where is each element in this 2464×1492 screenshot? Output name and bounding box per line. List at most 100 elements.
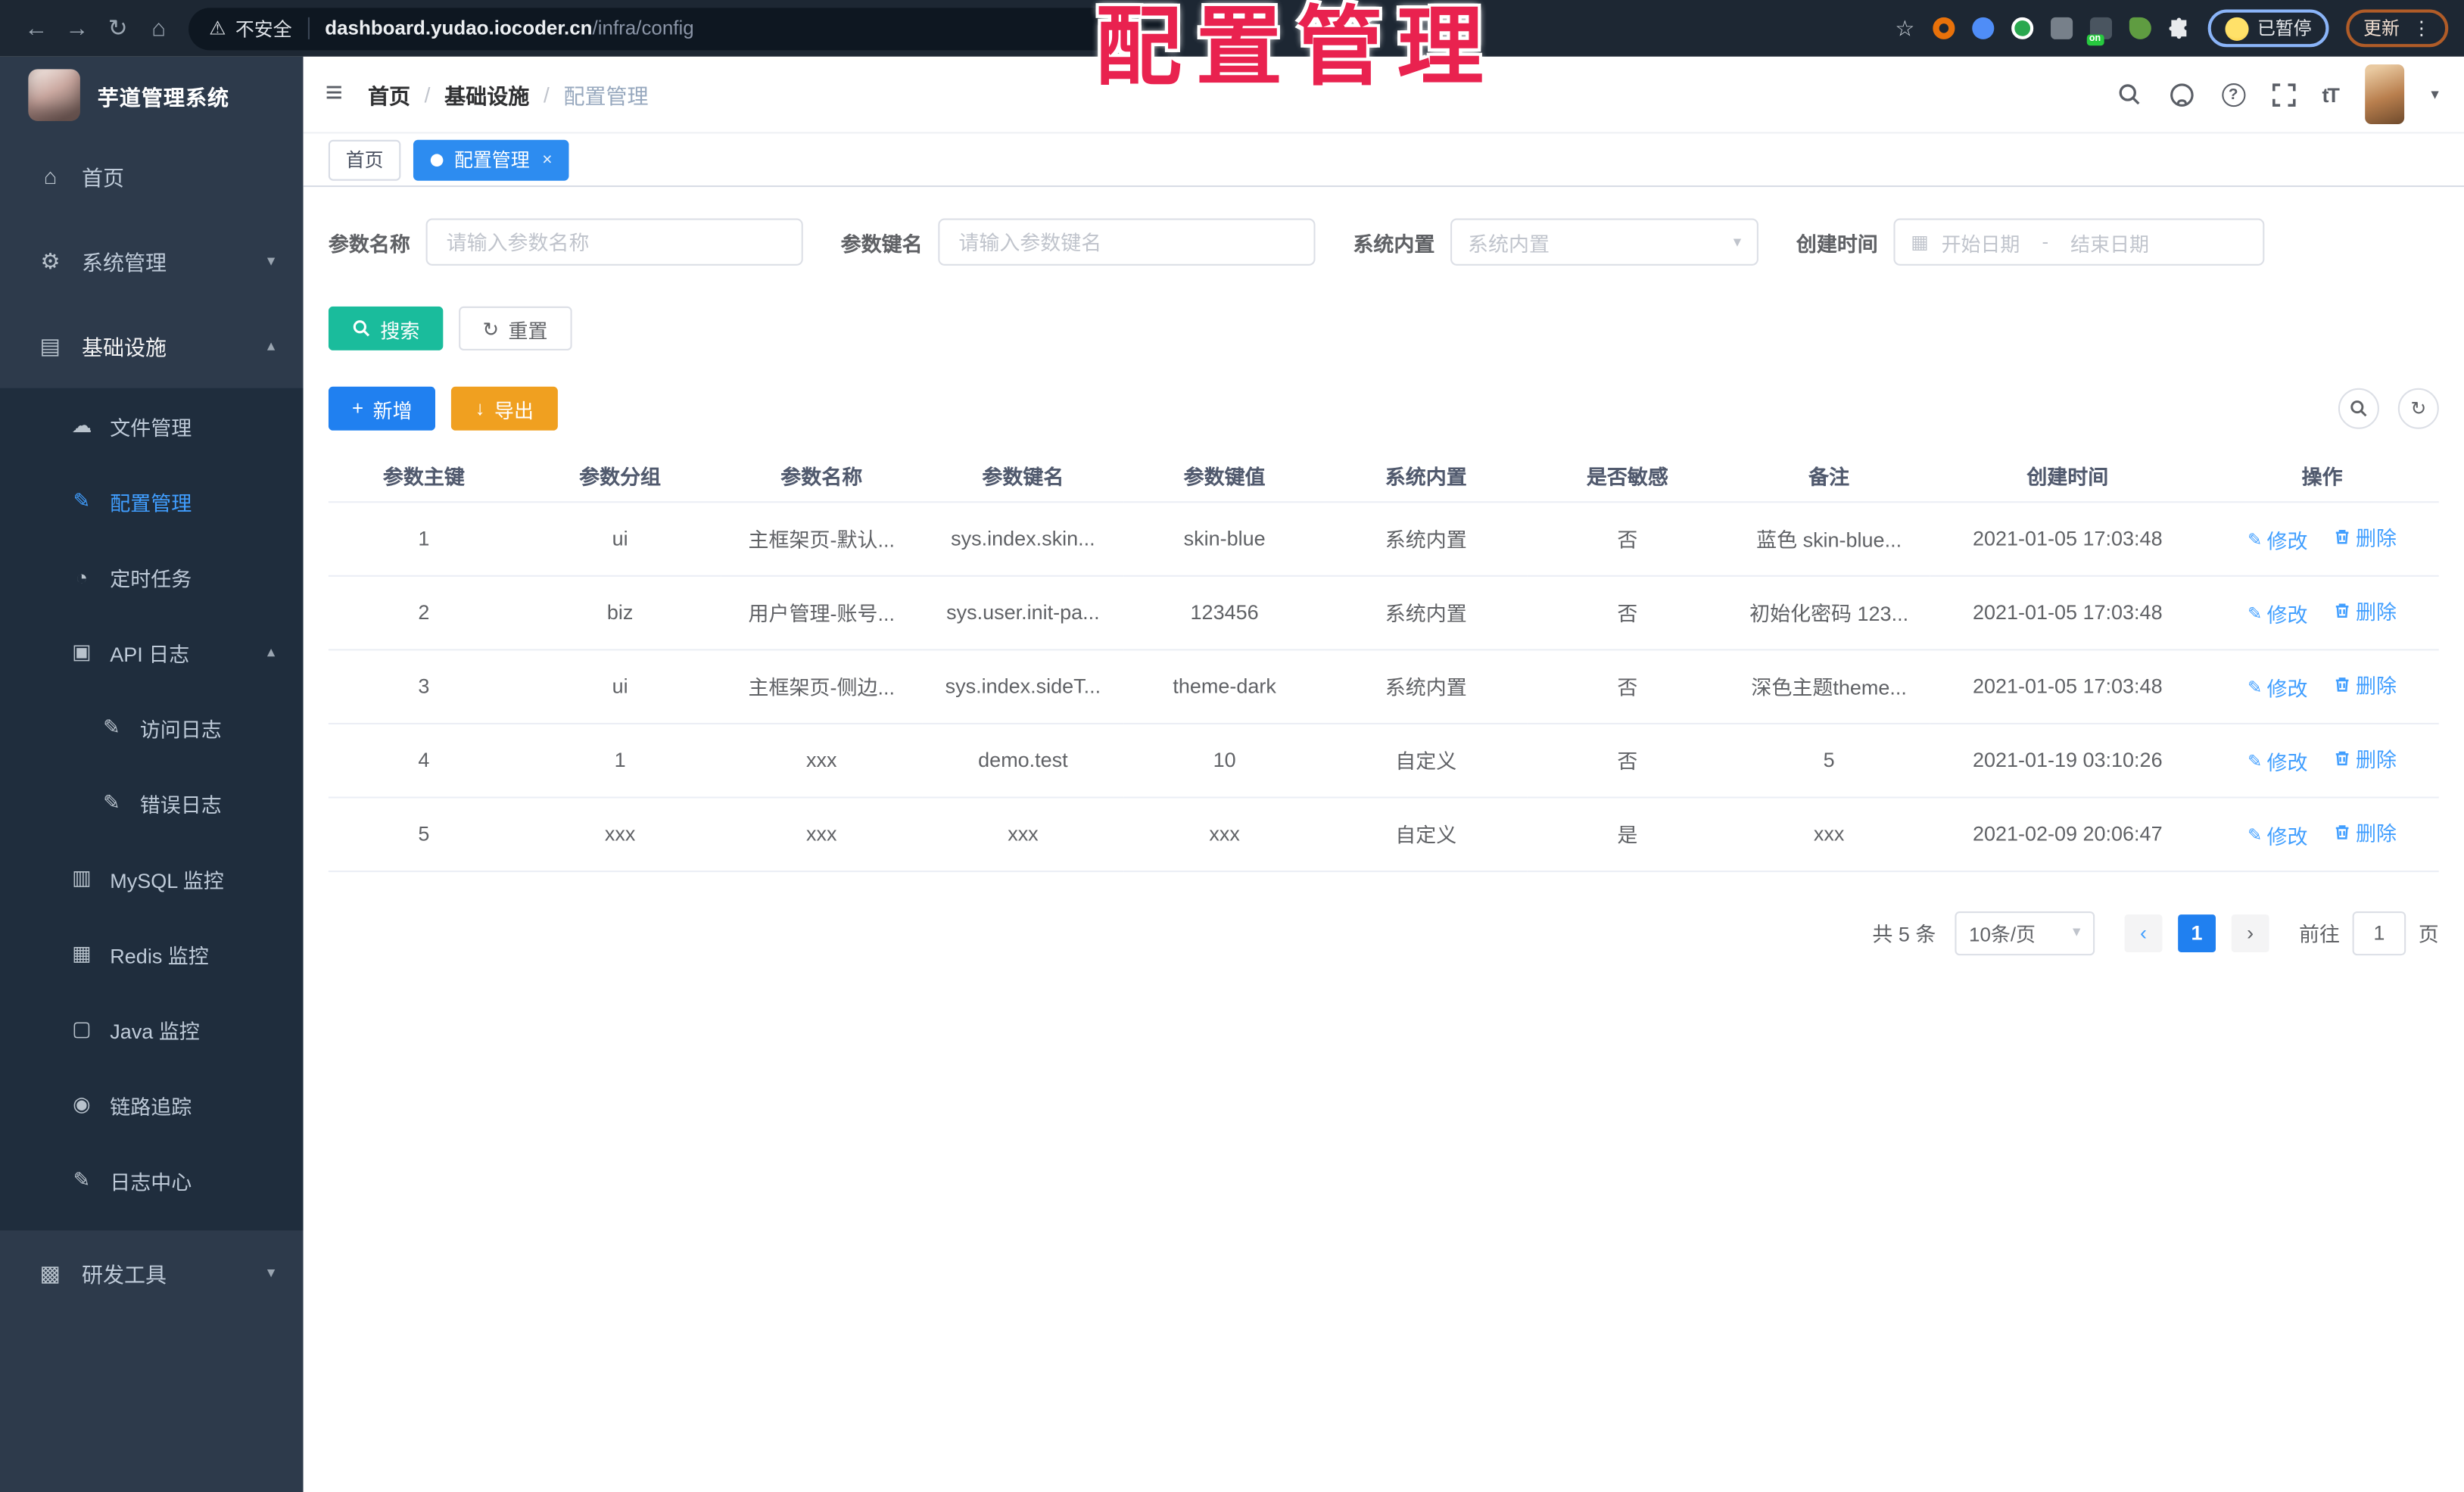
search-button[interactable]: 搜索 — [328, 306, 444, 350]
sidebar-item-mysql-monitor[interactable]: ▥ MySQL 监控 — [0, 841, 304, 917]
cell-sensitive: 否 — [1526, 649, 1729, 724]
extensions-puzzle-icon[interactable] — [2168, 17, 2190, 39]
sidebar-item-log-center[interactable]: ✎ 日志中心 — [0, 1142, 304, 1218]
chrome-update-chip[interactable]: 更新 ⋮ — [2346, 9, 2449, 48]
delete-link[interactable]: 删除 — [2334, 596, 2397, 625]
edit-link[interactable]: ✎ 修改 — [2248, 672, 2307, 702]
sidebar-item-dev-tools[interactable]: ▩ 研发工具 ▾ — [0, 1230, 304, 1315]
user-avatar[interactable] — [2365, 64, 2405, 124]
cell-key: demo.test — [922, 722, 1124, 798]
select-placeholder: 系统内置 — [1467, 232, 1550, 256]
next-page-button[interactable]: › — [2231, 914, 2269, 952]
tab-label: 首页 — [345, 149, 384, 172]
profile-paused-chip[interactable]: 已暂停 — [2207, 9, 2329, 48]
sidebar-item-infra[interactable]: ▤ 基础设施 ▴ — [0, 304, 304, 388]
param-key-input[interactable] — [938, 218, 1316, 266]
delete-link[interactable]: 删除 — [2334, 743, 2397, 773]
cell-remark: 蓝色 skin-blue... — [1728, 501, 1930, 576]
browser-menu-icon[interactable]: ⋮ — [2412, 17, 2431, 39]
sidebar-item-error-log[interactable]: ✎ 错误日志 — [0, 765, 304, 841]
date-range-picker[interactable]: ▦ 开始日期 - 结束日期 — [1893, 218, 2265, 266]
help-icon[interactable]: ? — [2221, 82, 2245, 107]
sidebar-item-label: 文件管理 — [110, 416, 192, 440]
fullscreen-icon[interactable] — [2272, 83, 2295, 106]
edit-link[interactable]: ✎ 修改 — [2248, 821, 2307, 850]
col-header: 参数键名 — [922, 450, 1124, 503]
tab-home[interactable]: 首页 — [328, 139, 401, 180]
extension-icon-5[interactable]: on — [2086, 17, 2111, 46]
col-header: 是否敏感 — [1526, 450, 1729, 503]
edit-link[interactable]: ✎ 修改 — [2248, 599, 2307, 628]
github-icon[interactable] — [2168, 81, 2195, 107]
browser-forward-icon[interactable]: → — [57, 15, 98, 42]
add-button[interactable]: + 新增 — [328, 386, 436, 431]
sidebar-item-api-log[interactable]: ▣ API 日志 ▴ — [0, 615, 304, 690]
cell-created: 2021-01-05 17:03:48 — [1930, 649, 2206, 724]
table-row: 1 ui 主框架页-默认... sys.index.skin... skin-b… — [328, 501, 2439, 576]
sidebar-item-config-manage[interactable]: ✎ 配置管理 — [0, 463, 304, 539]
url-path: /infra/config — [592, 17, 694, 39]
edit-square-icon: ✎ — [73, 488, 91, 512]
cell-created: 2021-01-05 17:03:48 — [1930, 575, 2206, 650]
sidebar-item-scheduled-jobs[interactable]: ◔ 定时任务 — [0, 539, 304, 615]
extension-icon-1[interactable] — [1932, 17, 1955, 39]
sidebar-item-label: Redis 监控 — [110, 943, 209, 967]
page-size-select[interactable]: 10条/页 ▾ — [1955, 910, 2095, 955]
sidebar-item-home[interactable]: ⌂ 首页 — [0, 133, 304, 218]
hamburger-icon[interactable]: ≡ — [326, 77, 343, 112]
cell-value: skin-blue — [1123, 501, 1325, 576]
cell-group: xxx — [519, 796, 721, 872]
delete-link[interactable]: 删除 — [2334, 522, 2397, 551]
sidebar-item-redis-monitor[interactable]: ▦ Redis 监控 — [0, 916, 304, 992]
sidebar-item-java-monitor[interactable]: ▢ Java 监控 — [0, 992, 304, 1067]
cell-key: sys.index.sideT... — [922, 649, 1124, 724]
extension-icon-3[interactable] — [2011, 17, 2033, 39]
bookmark-star-icon[interactable]: ☆ — [1895, 15, 1914, 42]
browser-reload-icon[interactable]: ↻ — [98, 14, 139, 42]
param-name-input[interactable] — [425, 218, 803, 266]
browser-back-icon[interactable]: ← — [16, 15, 57, 42]
extension-icon-6[interactable] — [2128, 17, 2151, 39]
edit-link[interactable]: ✎ 修改 — [2248, 525, 2307, 554]
delete-link[interactable]: 删除 — [2334, 817, 2397, 846]
goto-page-input[interactable] — [2352, 910, 2406, 955]
delete-link[interactable]: 删除 — [2334, 669, 2397, 699]
caret-down-icon[interactable]: ▾ — [2431, 86, 2438, 103]
sidebar-item-label: 定时任务 — [110, 566, 192, 590]
font-size-icon[interactable]: tT — [2322, 83, 2340, 106]
search-icon[interactable] — [2117, 82, 2142, 107]
breadcrumb-home[interactable]: 首页 — [368, 79, 410, 111]
toggle-search-button[interactable] — [2338, 388, 2379, 429]
edit-label: 修改 — [2266, 677, 2308, 701]
url-host: dashboard.yudao.iocoder.cn — [325, 17, 593, 39]
extension-icon-4[interactable] — [2049, 17, 2073, 39]
export-button[interactable]: ↓ 导出 — [451, 386, 558, 431]
current-page[interactable]: 1 — [2178, 914, 2216, 952]
address-bar[interactable]: ⚠ 不安全 dashboard.yudao.iocoder.cn /infra/… — [188, 7, 1182, 50]
refresh-table-button[interactable]: ↻ — [2397, 388, 2439, 429]
breadcrumb: 首页 / 基础设施 / 配置管理 — [368, 79, 649, 111]
chevron-up-icon: ▴ — [266, 337, 276, 355]
table-row: 3 ui 主框架页-侧边... sys.index.sideT... theme… — [328, 649, 2439, 724]
sidebar-item-file-manage[interactable]: ☁ 文件管理 — [0, 388, 304, 464]
breadcrumb-infra[interactable]: 基础设施 — [444, 79, 529, 111]
edit-link[interactable]: ✎ 修改 — [2248, 746, 2307, 776]
create-time-label: 创建时间 — [1796, 232, 1878, 256]
sidebar-item-system[interactable]: ⚙ 系统管理 ▾ — [0, 219, 304, 304]
extension-icon-2[interactable] — [1971, 17, 1994, 39]
sidebar-item-access-log[interactable]: ✎ 访问日志 — [0, 690, 304, 765]
app-logo-row[interactable]: 芋道管理系统 — [0, 57, 304, 134]
page-title-annotation: 配置管理 — [1095, 0, 1498, 96]
tab-config-manage[interactable]: 配置管理 × — [413, 139, 570, 180]
system-builtin-select[interactable]: 系统内置 ▾ — [1450, 218, 1759, 266]
cell-sensitive: 否 — [1526, 575, 1729, 650]
browser-home-icon[interactable]: ⌂ — [139, 15, 179, 42]
close-icon[interactable]: × — [542, 150, 552, 169]
reset-button[interactable]: ↻ 重置 — [459, 306, 572, 350]
download-icon: ↓ — [475, 397, 485, 420]
pagination-total: 共 5 条 — [1872, 922, 1936, 946]
sidebar-item-trace[interactable]: ◉ 链路追踪 — [0, 1067, 304, 1143]
prev-page-button[interactable]: ‹ — [2124, 914, 2163, 952]
main-area: ≡ 首页 / 基础设施 / 配置管理 ? tT ▾ 首页 配置管理 × 参数名称… — [303, 56, 2464, 1492]
cell-id: 3 — [328, 649, 520, 724]
